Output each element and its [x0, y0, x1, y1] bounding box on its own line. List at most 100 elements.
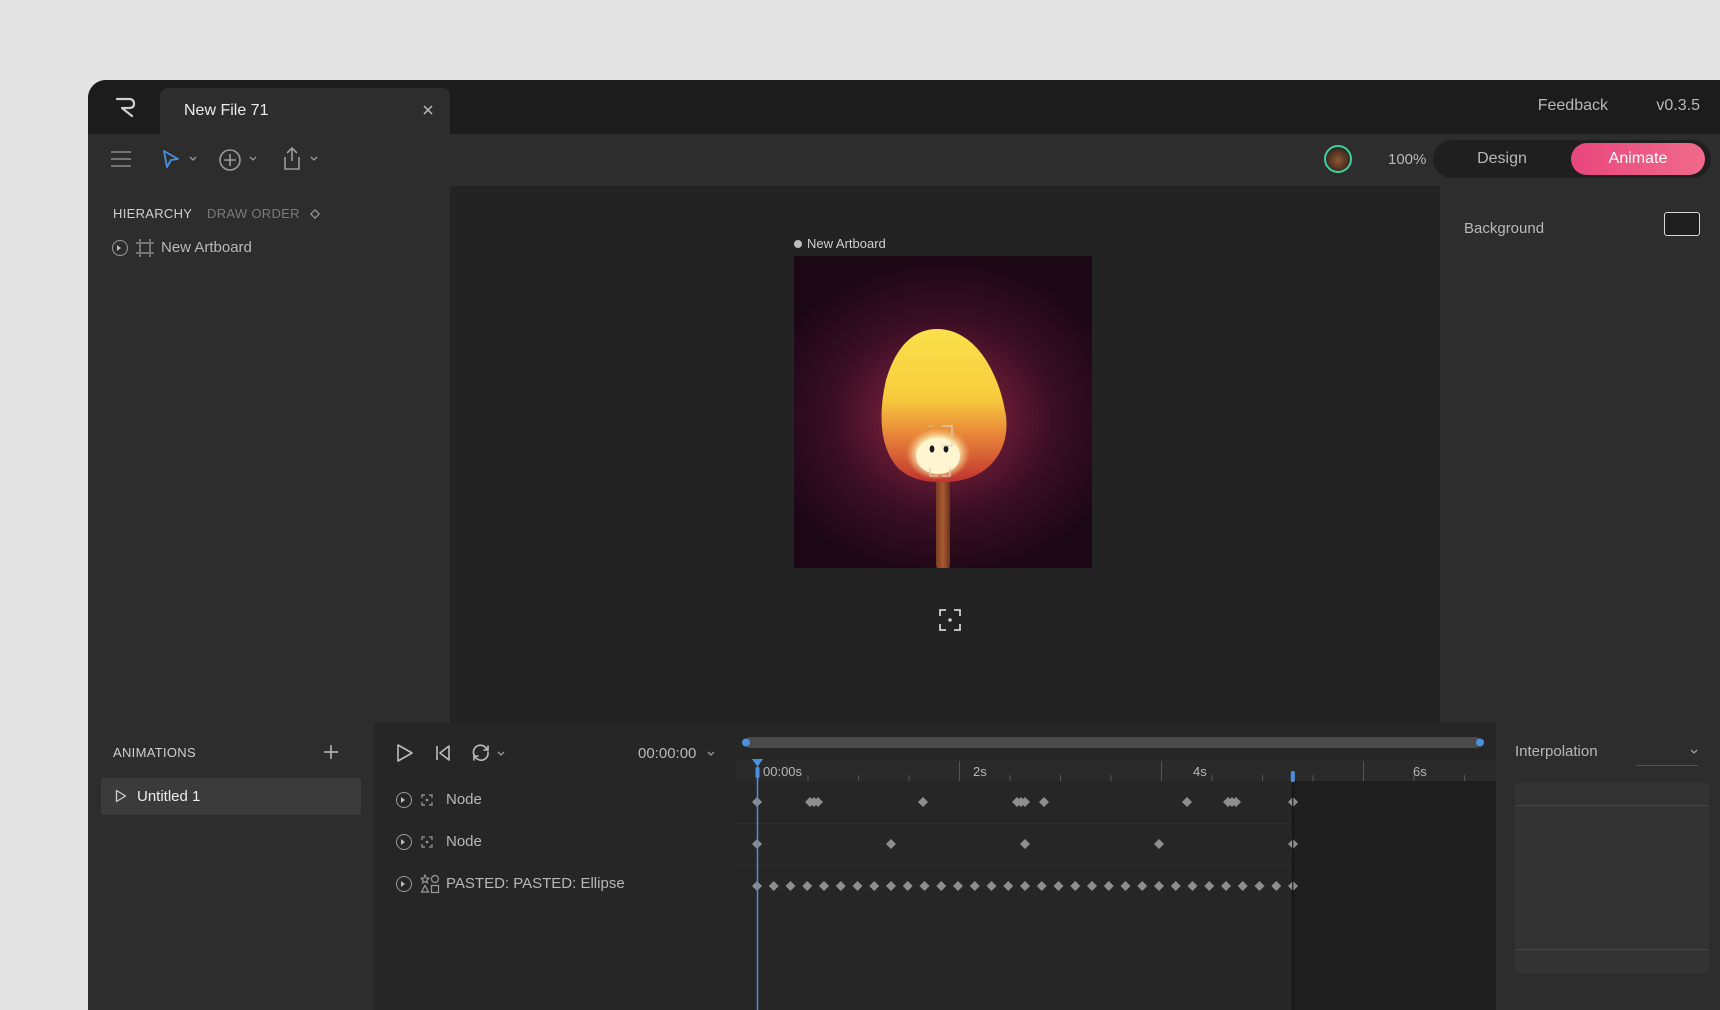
- fit-to-screen-icon[interactable]: [938, 608, 962, 632]
- range-scrollbar[interactable]: [745, 737, 1481, 748]
- keyframe-icon[interactable]: [936, 881, 947, 891]
- timeline-tracks[interactable]: 00:00s 2s 4s 6s: [736, 723, 1496, 1010]
- keyframe-icon[interactable]: [835, 881, 846, 891]
- node-icon: [421, 836, 433, 848]
- layer-row[interactable]: Node: [374, 823, 736, 863]
- draw-order-tab[interactable]: DRAW ORDER: [207, 206, 320, 221]
- keyframe-icon[interactable]: [1053, 881, 1064, 891]
- keyframe-icon[interactable]: [802, 881, 813, 891]
- shapes-icon: [420, 874, 440, 894]
- keyframe-icon[interactable]: [1020, 881, 1030, 891]
- artboard[interactable]: [794, 256, 1092, 568]
- keyframe-icon[interactable]: [1154, 839, 1164, 849]
- file-tab-title: New File 71: [184, 102, 269, 119]
- chevron-down-icon[interactable]: [310, 156, 318, 162]
- keyframe-icon[interactable]: [1039, 797, 1049, 807]
- rewind-icon[interactable]: [435, 744, 451, 762]
- keyframe-icon[interactable]: [1070, 881, 1081, 891]
- add-icon[interactable]: [218, 148, 242, 172]
- add-animation-icon[interactable]: [323, 744, 339, 760]
- layer-label: Node: [446, 833, 482, 850]
- background-label: Background: [1464, 220, 1545, 237]
- layer-row[interactable]: Node: [374, 781, 736, 821]
- hierarchy-row[interactable]: New Artboard: [112, 236, 412, 260]
- node-icon: [421, 794, 433, 806]
- keyframe-icon[interactable]: [1204, 881, 1215, 891]
- keyframe-icon[interactable]: [1221, 881, 1231, 891]
- rive-logo-icon[interactable]: [114, 94, 138, 120]
- draw-order-label: DRAW ORDER: [207, 206, 300, 221]
- keyframe-icon[interactable]: [919, 881, 930, 891]
- toolbar: 100% Design Animate: [88, 134, 1720, 186]
- play-icon[interactable]: [396, 743, 414, 763]
- keyframe-icon[interactable]: [1087, 881, 1097, 891]
- artboard-title-text: New Artboard: [807, 236, 886, 251]
- keyframe-icon[interactable]: [852, 881, 863, 891]
- design-mode-button[interactable]: Design: [1433, 140, 1571, 178]
- keyframe-icon[interactable]: [886, 839, 896, 849]
- keyframe-icon[interactable]: [1003, 881, 1014, 891]
- time-ruler[interactable]: [736, 759, 1496, 781]
- keyframe-icon[interactable]: [1182, 797, 1192, 807]
- keyframe-icon[interactable]: [969, 881, 980, 891]
- keyframe-icon[interactable]: [1170, 881, 1181, 891]
- keyframe-icon[interactable]: [1120, 881, 1131, 891]
- keyframe-icon[interactable]: [1154, 881, 1164, 891]
- keyframe-icon[interactable]: [819, 881, 829, 891]
- layer-label: Node: [446, 791, 482, 808]
- keyframe-icon[interactable]: [1271, 881, 1282, 891]
- keyframe-icon[interactable]: [768, 881, 779, 891]
- keyframe-icon[interactable]: [886, 881, 896, 891]
- keyframe-icon[interactable]: [1254, 881, 1265, 891]
- timeline-graphic[interactable]: 00:00s 2s 4s 6s: [736, 723, 1496, 1010]
- share-icon[interactable]: [281, 146, 303, 172]
- work-area-end-handle[interactable]: [1290, 771, 1295, 782]
- match-illustration: [881, 329, 1007, 568]
- chevron-down-icon[interactable]: [249, 156, 257, 162]
- time-readout[interactable]: 00:00:00: [638, 745, 715, 762]
- file-tab[interactable]: New File 71: [160, 88, 450, 134]
- animations-title: ANIMATIONS: [113, 745, 196, 760]
- tab-bar: New File 71 Feedback v0.3.5: [88, 80, 1720, 134]
- keyframe-icon[interactable]: [953, 881, 963, 891]
- range-handle-end[interactable]: [1476, 738, 1484, 747]
- playhead-grip[interactable]: [755, 767, 760, 778]
- keyframe-icon[interactable]: [1020, 839, 1030, 849]
- keyframe-icon[interactable]: [1237, 881, 1248, 891]
- interpolation-panel: Interpolation: [1496, 723, 1720, 1010]
- expand-icon[interactable]: [396, 834, 412, 850]
- select-tool-icon[interactable]: [161, 149, 181, 169]
- expand-icon[interactable]: [396, 792, 412, 808]
- keyframe-icon[interactable]: [1103, 881, 1114, 891]
- chevron-down-icon: [707, 751, 715, 756]
- app-window: New File 71 Feedback v0.3.5 100% Design …: [88, 80, 1720, 1010]
- expand-icon[interactable]: [112, 240, 128, 256]
- interpolation-select[interactable]: [1636, 741, 1698, 766]
- keyframe-icon[interactable]: [785, 881, 796, 891]
- menu-icon[interactable]: [110, 150, 132, 168]
- keyframe-icon[interactable]: [986, 881, 997, 891]
- expand-icon[interactable]: [396, 876, 412, 892]
- keyframe-icon[interactable]: [902, 881, 913, 891]
- close-icon[interactable]: [420, 102, 436, 118]
- user-avatar[interactable]: [1324, 145, 1352, 173]
- stage-canvas[interactable]: New Artboard: [450, 186, 1440, 723]
- animation-item[interactable]: Untitled 1: [101, 778, 361, 815]
- interpolation-title: Interpolation: [1515, 743, 1598, 760]
- keyframe-icon[interactable]: [1187, 881, 1198, 891]
- interpolation-curve-editor[interactable]: [1515, 783, 1709, 973]
- feedback-link[interactable]: Feedback: [1538, 97, 1608, 115]
- artboard-title[interactable]: New Artboard: [794, 236, 886, 251]
- range-handle-start[interactable]: [742, 738, 750, 747]
- keyframe-icon[interactable]: [1036, 881, 1047, 891]
- chevron-down-icon[interactable]: [497, 751, 505, 757]
- background-color-swatch[interactable]: [1664, 212, 1700, 236]
- layer-row[interactable]: PASTED: PASTED: Ellipse: [374, 865, 736, 905]
- animate-mode-button[interactable]: Animate: [1571, 143, 1705, 175]
- keyframe-icon[interactable]: [918, 797, 928, 807]
- loop-icon[interactable]: [470, 743, 492, 763]
- chevron-down-icon[interactable]: [189, 156, 197, 162]
- keyframe-icon[interactable]: [869, 881, 880, 891]
- hierarchy-tab[interactable]: HIERARCHY: [113, 206, 192, 221]
- keyframe-icon[interactable]: [1137, 881, 1148, 891]
